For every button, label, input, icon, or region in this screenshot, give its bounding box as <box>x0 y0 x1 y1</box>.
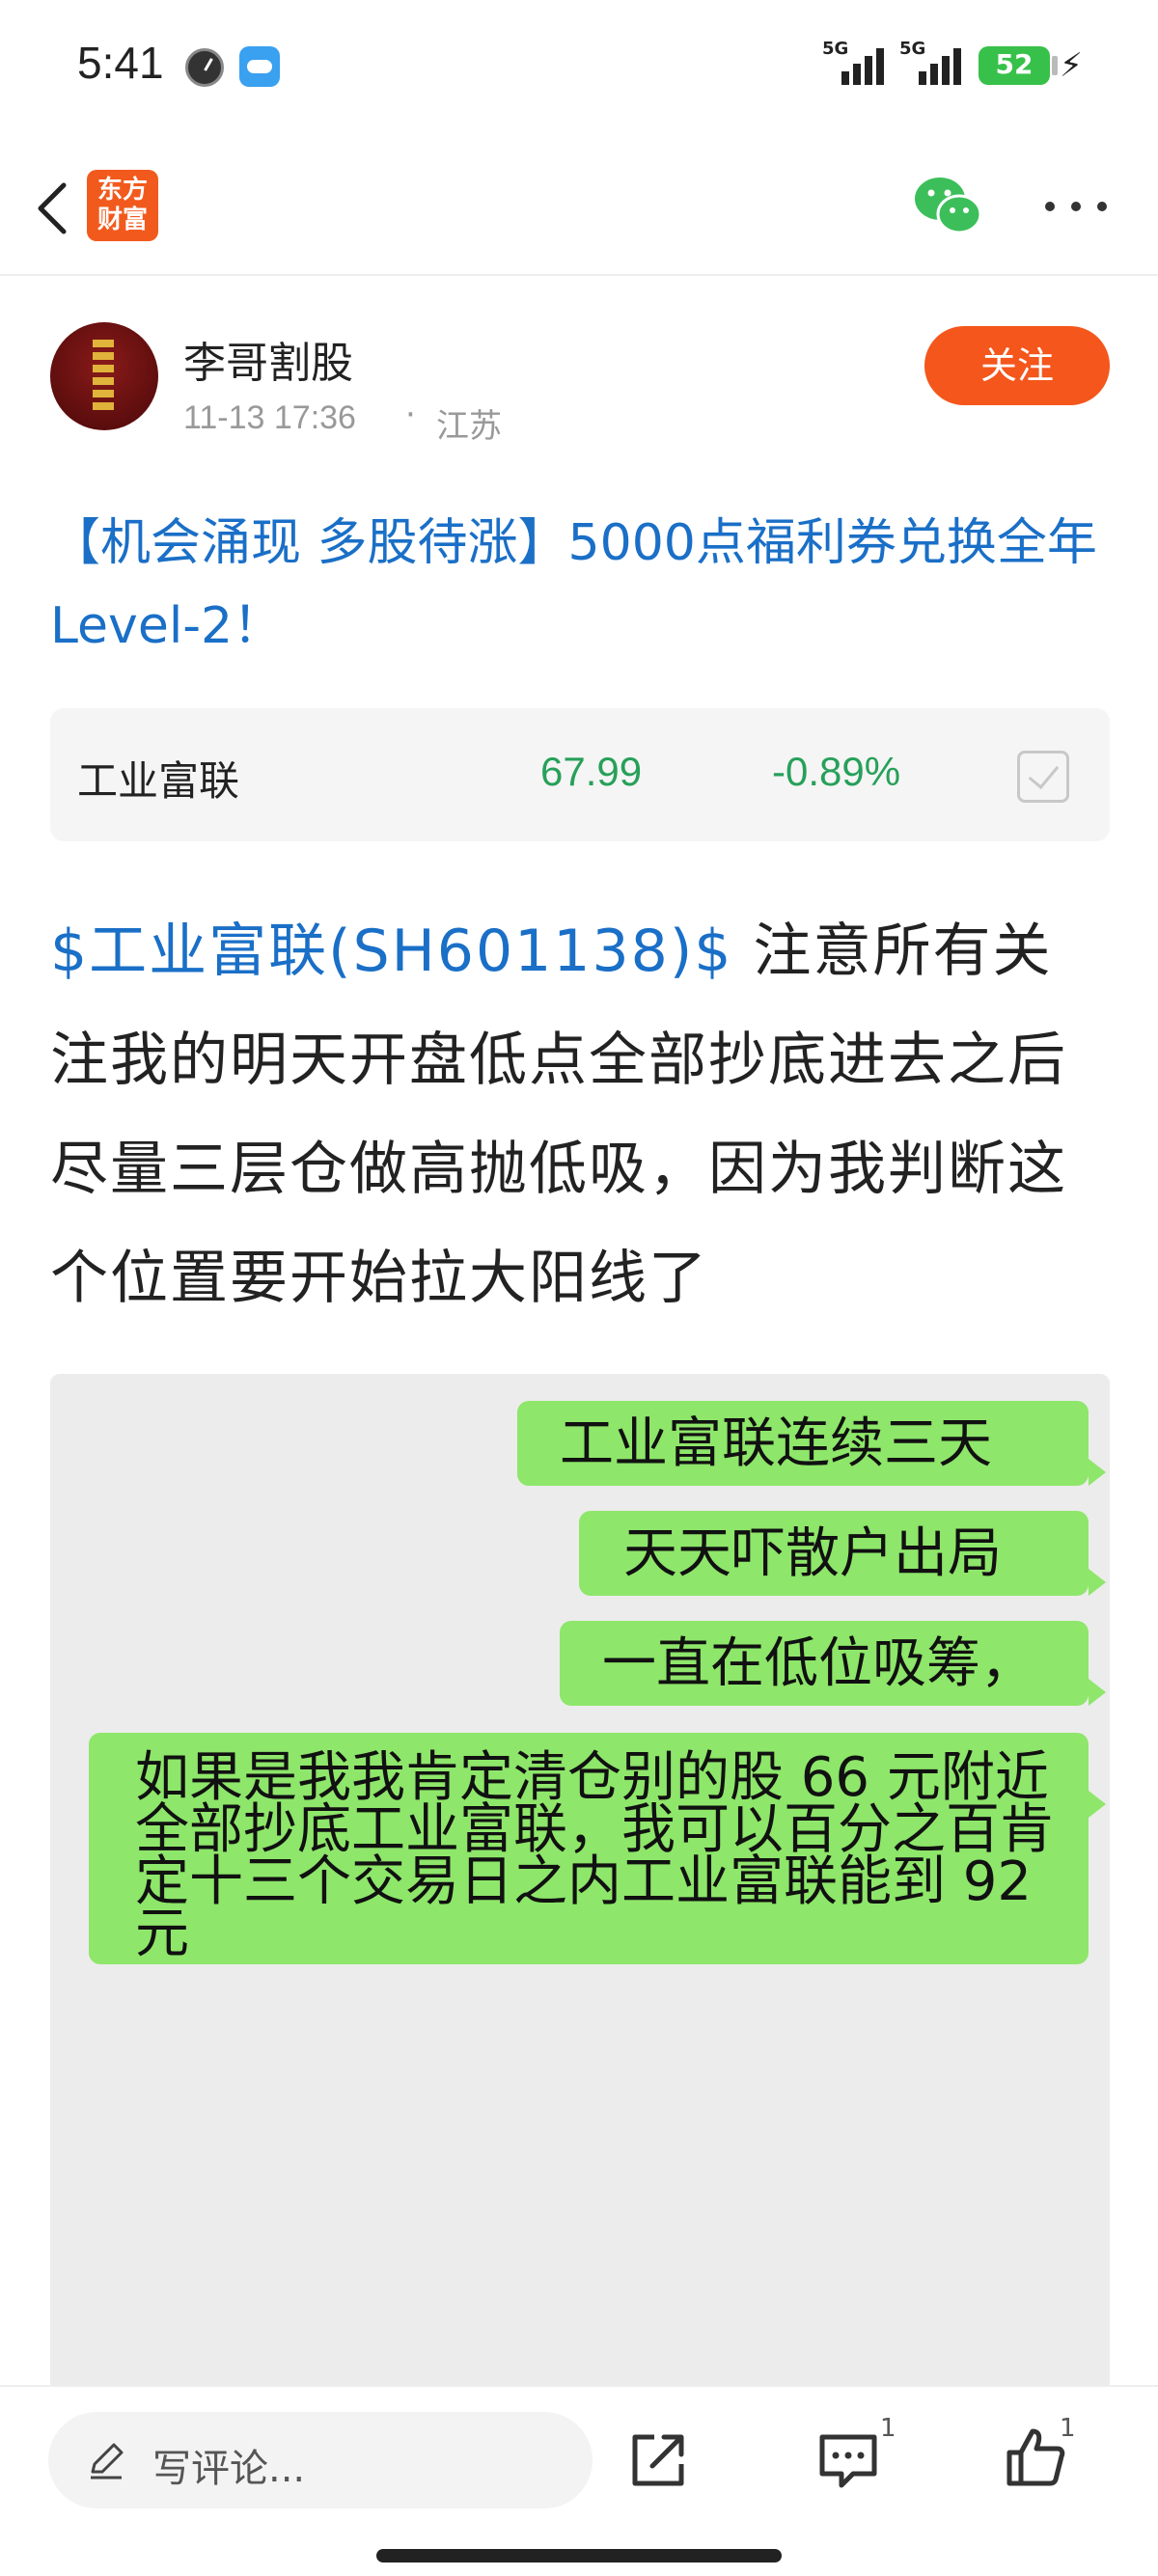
nav-bar: 东方 财富 <box>0 145 1158 276</box>
post-title[interactable]: 【机会涌现 多股待涨】5000点福利券兑换全年Level-2！ <box>50 502 1112 668</box>
meta-separator: · <box>405 396 416 434</box>
battery-level: 52 <box>995 48 1034 80</box>
comment-placeholder: 写评论... <box>152 2447 306 2491</box>
chat-screenshot-image[interactable]: 工业富联连续三天 天天吓散户出局 一直在低位吸筹， 如果是我我肯定清仓别的股 6… <box>50 1374 1110 2387</box>
post-location: 江苏 <box>436 407 502 446</box>
post-body: $工业富联(SH601138)$ 注意所有关注我的明天开盘低点全部抄底进去之后尽… <box>50 897 1110 1333</box>
battery-icon: 52 <box>979 46 1050 85</box>
add-to-watchlist-checkbox[interactable] <box>1017 751 1069 803</box>
chat-bubble: 工业富联连续三天 <box>517 1401 1106 1486</box>
post-time: 11-13 17:36 <box>183 399 356 436</box>
back-arrow-icon[interactable] <box>29 178 83 239</box>
clock-icon <box>185 48 224 87</box>
comment-icon[interactable] <box>816 2429 880 2491</box>
follow-button[interactable]: 关注 <box>924 326 1110 405</box>
status-bar: 5:41 5G 5G 52 ⚡ <box>0 0 1158 135</box>
cloud-icon <box>239 46 280 87</box>
bottom-action-bar: 写评论... 1 1 <box>0 2385 1158 2576</box>
charging-bolt-icon: ⚡ <box>1060 46 1083 85</box>
stock-price: 67.99 <box>540 749 643 794</box>
stock-quote-card[interactable]: 工业富联 67.99 -0.89% <box>50 708 1110 841</box>
share-icon[interactable] <box>627 2429 689 2491</box>
signal-icon: 5G <box>822 39 890 89</box>
thumbs-up-icon[interactable] <box>1004 2425 1067 2489</box>
network-type-label-2: 5G <box>899 39 926 59</box>
comment-count: 1 <box>880 2414 896 2443</box>
author-name[interactable]: 李哥割股 <box>183 328 353 390</box>
status-time: 5:41 <box>77 38 164 88</box>
chat-bubble: 如果是我我肯定清仓别的股 66 元附近全部抄底工业富联，我可以百分之百肯定十三个… <box>89 1733 1106 1964</box>
home-indicator[interactable] <box>376 2549 782 2562</box>
chat-bubble: 天天吓散户出局 <box>579 1511 1106 1596</box>
stock-link[interactable]: $工业富联(SH601138)$ <box>50 918 732 985</box>
stock-change: -0.89% <box>772 749 901 794</box>
comment-input[interactable]: 写评论... <box>48 2412 593 2508</box>
wechat-share-icon[interactable] <box>913 174 982 237</box>
author-avatar[interactable] <box>50 322 158 430</box>
signal-icon-2: 5G <box>899 39 967 89</box>
pencil-icon <box>91 2443 124 2480</box>
more-options-icon[interactable] <box>1042 199 1110 214</box>
like-count: 1 <box>1060 2414 1076 2443</box>
app-logo: 东方 财富 <box>87 170 158 241</box>
chat-bubble: 一直在低位吸筹， <box>560 1621 1106 1706</box>
network-type-label: 5G <box>822 39 849 59</box>
stock-name: 工业富联 <box>77 757 240 805</box>
